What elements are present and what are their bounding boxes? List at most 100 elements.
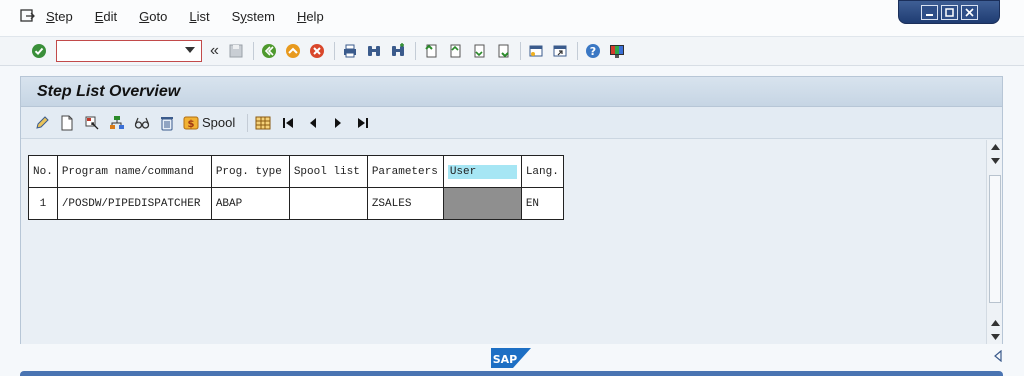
scroll-down-button[interactable] <box>987 330 1003 344</box>
hierarchy-icon <box>110 115 124 129</box>
menu-list[interactable]: List <box>189 9 209 24</box>
print-button[interactable] <box>341 42 359 60</box>
cancel-icon <box>309 44 324 58</box>
menu-exit-icon[interactable] <box>20 8 36 24</box>
cell-program[interactable]: /POSDW/PIPEDISPATCHER <box>56 187 212 220</box>
next-page-button[interactable] <box>470 42 488 60</box>
maximize-icon <box>944 7 954 17</box>
column-header-no[interactable]: No. <box>28 155 58 188</box>
column-header-prog-type[interactable]: Prog. type <box>210 155 290 188</box>
delete-button[interactable] <box>158 114 176 132</box>
column-header-lang[interactable]: Lang. <box>520 155 564 188</box>
sap-logo: SAP <box>491 348 531 368</box>
minimize-button[interactable] <box>920 4 938 20</box>
new-window-icon <box>529 45 543 57</box>
svg-text:$: $ <box>188 119 195 130</box>
new-session-button[interactable] <box>527 42 545 60</box>
column-header-user[interactable]: User <box>442 155 522 188</box>
cell-no[interactable]: 1 <box>28 187 58 220</box>
next-button[interactable] <box>329 114 347 132</box>
menu-bar: Step Edit Goto List System Help <box>0 0 1024 36</box>
page-title: Step List Overview <box>37 82 181 100</box>
command-field[interactable] <box>56 40 202 62</box>
command-input[interactable] <box>57 41 177 61</box>
separator <box>576 42 578 60</box>
previous-page-icon <box>450 44 461 58</box>
help-button[interactable]: ? <box>584 42 602 60</box>
last-page-button[interactable] <box>494 42 512 60</box>
find-next-button[interactable] <box>389 42 407 60</box>
hierarchy-button[interactable] <box>108 114 126 132</box>
cell-prog-type[interactable]: ABAP <box>210 187 290 220</box>
previous-page-button[interactable] <box>446 42 464 60</box>
save-button[interactable] <box>227 42 245 60</box>
menu-goto[interactable]: Goto <box>139 9 167 24</box>
last-button[interactable] <box>354 114 372 132</box>
close-button[interactable] <box>960 4 978 20</box>
first-button[interactable] <box>279 114 297 132</box>
find-button[interactable] <box>365 42 383 60</box>
scroll-up-button[interactable] <box>987 140 1003 154</box>
maximize-button[interactable] <box>940 4 958 20</box>
shortcut-icon <box>553 45 567 57</box>
back-button[interactable] <box>260 42 278 60</box>
arrow-down-icon <box>990 334 1000 340</box>
new-document-icon <box>61 115 73 130</box>
scroll-thumb[interactable] <box>989 175 1001 303</box>
back-icon <box>261 44 276 58</box>
separator <box>333 42 335 60</box>
table-row[interactable]: 1 /POSDW/PIPEDISPATCHER ABAP ZSALES EN <box>28 187 564 220</box>
exit-icon <box>285 44 300 58</box>
next-page-icon <box>474 44 485 58</box>
customize-layout-button[interactable] <box>608 42 626 60</box>
layout-button[interactable] <box>254 114 272 132</box>
spool-button[interactable]: $ Spool <box>183 115 235 131</box>
first-page-button[interactable] <box>422 42 440 60</box>
create-button[interactable] <box>58 114 76 132</box>
chevron-down-icon[interactable] <box>185 47 195 53</box>
vertical-scrollbar[interactable] <box>986 140 1002 344</box>
trash-icon <box>161 116 173 130</box>
cell-spool-list[interactable] <box>288 187 368 220</box>
more-icon[interactable]: « <box>210 42 219 60</box>
previous-button[interactable] <box>304 114 322 132</box>
menu-system[interactable]: System <box>232 9 275 24</box>
column-header-spool-list[interactable]: Spool list <box>288 155 368 188</box>
column-header-user-label: User <box>447 164 517 179</box>
page-down-button[interactable] <box>987 316 1003 330</box>
menu-edit[interactable]: Edit <box>95 9 117 24</box>
spool-label: Spool <box>202 115 236 130</box>
arrow-up-icon <box>990 320 1000 326</box>
next-icon <box>335 117 342 128</box>
cell-user-redacted[interactable] <box>442 187 522 220</box>
last-page-icon <box>498 44 509 58</box>
menu-help[interactable]: Help <box>297 9 324 24</box>
first-page-icon <box>425 44 437 58</box>
exit-button[interactable] <box>284 42 302 60</box>
cell-lang[interactable]: EN <box>520 187 564 220</box>
collapse-status-icon[interactable] <box>993 350 1002 362</box>
display-button[interactable] <box>133 114 151 132</box>
shortcut-button[interactable] <box>551 42 569 60</box>
table-header-row: No. Program name/command Prog. type Spoo… <box>28 155 564 188</box>
first-icon <box>283 117 294 128</box>
help-icon: ? <box>585 44 600 58</box>
select-button[interactable] <box>83 114 101 132</box>
enter-button[interactable] <box>30 42 48 60</box>
column-header-program[interactable]: Program name/command <box>56 155 212 188</box>
change-button[interactable] <box>33 114 51 132</box>
column-header-parameters[interactable]: Parameters <box>366 155 444 188</box>
menu-step[interactable]: Step <box>46 9 73 24</box>
status-area: SAP <box>0 344 1024 376</box>
close-icon <box>964 7 974 17</box>
cell-parameters[interactable]: ZSALES <box>366 187 444 220</box>
sap-logo-text: SAP <box>493 353 518 366</box>
page-up-button[interactable] <box>987 154 1003 168</box>
arrow-up-icon <box>990 144 1000 150</box>
cancel-button[interactable] <box>308 42 326 60</box>
pencil-icon <box>36 115 49 129</box>
minimize-icon <box>925 13 933 16</box>
grid-icon <box>255 116 271 129</box>
binoculars-icon <box>367 46 380 56</box>
previous-icon <box>310 117 317 128</box>
